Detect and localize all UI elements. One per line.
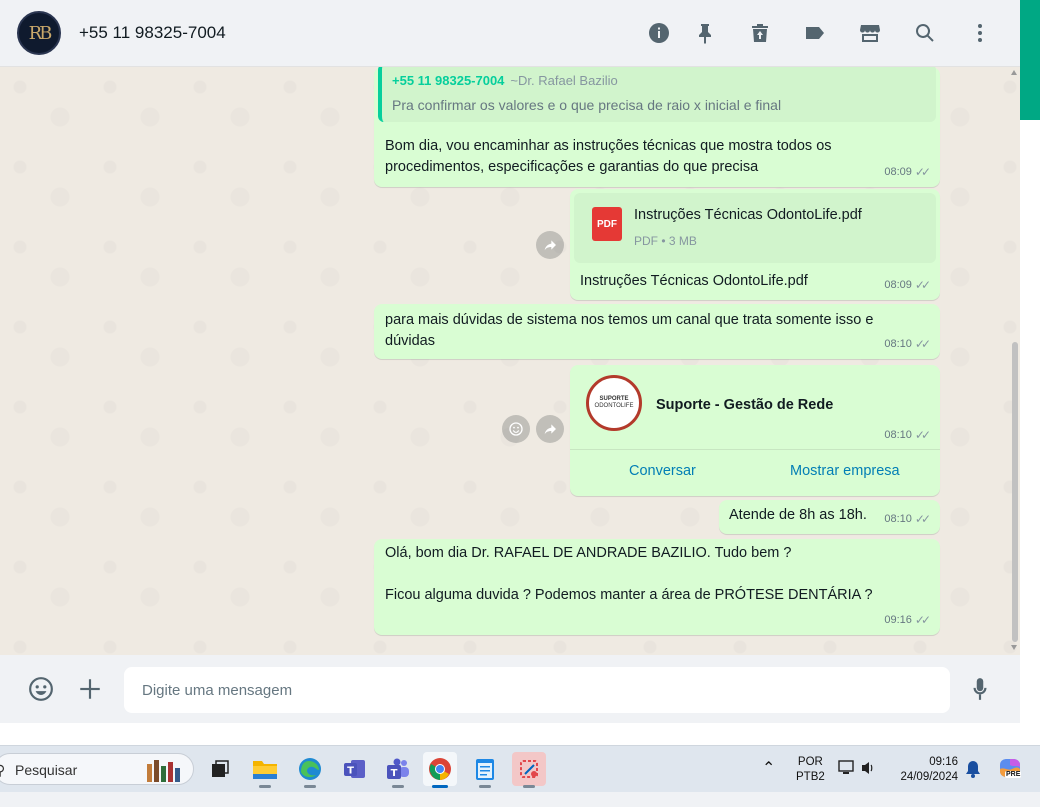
document-caption: Instruções Técnicas OdontoLife.pdf [580,273,808,289]
search-icon[interactable] [912,20,938,46]
message-line: dúvidas [385,333,435,349]
message-time: 08:10 ✓✓ [884,425,931,446]
message-line: Olá, bom dia Dr. RAFAEL DE ANDRADE BAZIL… [385,545,792,561]
window-bottom-strip [0,723,1040,745]
read-ticks-icon: ✓✓ [914,165,931,179]
svg-text:T: T [347,766,354,777]
show-business-button[interactable]: Mostrar empresa [790,461,900,482]
message-text: para mais dúvidas de sistema nos temos u… [385,310,873,352]
archive-delete-icon[interactable] [747,20,773,46]
accent-bar [1020,0,1040,120]
message-text: Bom dia, vou encaminhar as instruções té… [385,136,832,178]
scroll-thumb[interactable] [1012,342,1018,642]
pdf-icon: PDF [592,207,622,241]
windows-taskbar: ⚲ Pesquisar T T ⌃ POR PTB2 09:16 24/09/2… [0,745,1040,792]
message-bubble[interactable]: Olá, bom dia Dr. RAFAEL DE ANDRADE BAZIL… [374,539,940,635]
emoji-icon[interactable] [27,675,55,703]
pin-icon[interactable] [692,20,718,46]
message-time: 08:10 ✓✓ [884,509,931,530]
notepad-icon[interactable] [468,752,502,788]
message-time: 09:16 ✓✓ [884,610,931,631]
card-divider [570,449,940,450]
message-line: Ficou alguma duvida ? Podemos manter a á… [385,587,873,603]
clock[interactable]: 09:16 24/09/2024 [894,755,958,802]
teams-classroom-icon[interactable]: T [338,752,372,786]
message-time: 08:09 ✓✓ [884,162,931,183]
search-highlight-icon [147,758,187,782]
chat-header: RB +55 11 98325-7004 [0,0,1020,67]
read-ticks-icon: ✓✓ [914,278,931,292]
message-composer [0,655,1020,723]
chrome-icon[interactable] [423,752,457,788]
snipping-tool-icon[interactable] [512,752,546,788]
forward-icon[interactable] [536,415,564,443]
document-name: Instruções Técnicas OdontoLife.pdf [634,207,862,223]
attach-plus-icon[interactable] [76,675,104,703]
message-bubble[interactable]: SUPORTE ODONTOLIFE Suporte - Gestão de R… [570,365,940,496]
quote-subtitle: ~Dr. Rafael Bazilio [510,73,618,88]
notification-bell-icon[interactable] [964,759,982,806]
clock-date: 24/09/2024 [900,771,958,783]
quote-author: +55 11 98325-7004 [392,73,505,88]
forward-icon[interactable] [536,231,564,259]
message-time: 08:10 ✓✓ [884,334,931,355]
scroll-up-arrow[interactable] [1011,70,1017,75]
quote-text: Pra confirmar os valores e o que precisa… [392,97,782,113]
message-time: 08:09 ✓✓ [884,275,931,296]
svg-text:T: T [391,768,398,779]
message-line: Bom dia, vou encaminhar as instruções té… [385,138,832,154]
chat-scrollbar[interactable] [1010,67,1020,655]
read-ticks-icon: ✓✓ [914,428,931,442]
chat-area[interactable]: +55 11 98325-7004 ~Dr. Rafael Bazilio Pra… [0,67,1020,655]
store-icon[interactable] [857,20,883,46]
contact-name[interactable]: +55 11 98325-7004 [79,23,226,43]
message-bubble[interactable]: para mais dúvidas de sistema nos temos u… [374,304,940,359]
read-ticks-icon: ✓✓ [914,512,931,526]
scroll-down-arrow[interactable] [1011,645,1017,650]
message-line: para mais dúvidas de sistema nos temos u… [385,312,874,328]
language-code: POR [797,756,823,768]
document-meta: PDF • 3 MB [634,234,697,248]
document-card[interactable]: PDF Instruções Técnicas OdontoLife.pdf P… [574,193,936,263]
message-line: procedimentos, especificações e garantia… [385,159,759,175]
teams-icon[interactable]: T [381,752,415,788]
menu-icon[interactable] [967,20,993,46]
copilot-icon[interactable]: PRE [996,755,1024,783]
message-text: Olá, bom dia Dr. RAFAEL DE ANDRADE BAZIL… [385,543,873,606]
edge-icon[interactable] [293,752,327,788]
logo-text: SUPORTE [599,396,629,402]
message-bubble[interactable]: Atende de 8h as 18h. 08:10 ✓✓ [719,500,940,534]
emoji-reaction-icon[interactable] [502,415,530,443]
quoted-message[interactable]: +55 11 98325-7004 ~Dr. Rafael Bazilio Pra… [378,67,936,122]
message-input[interactable] [124,667,950,713]
taskbar-search[interactable]: ⚲ Pesquisar [0,753,194,785]
keyboard-layout: PTB2 [796,771,825,783]
right-edge-strip [1020,0,1040,745]
message-text: Atende de 8h as 18h. [729,507,867,523]
search-icon: ⚲ [0,762,6,778]
contact-avatar[interactable]: RB [17,11,61,55]
microphone-icon[interactable] [966,675,994,703]
business-logo: SUPORTE ODONTOLIFE [586,375,642,431]
clock-time: 09:16 [929,756,958,768]
network-icon[interactable] [838,760,856,807]
taskbar-search-text: Pesquisar [15,762,78,778]
copilot-badge: PRE [1005,771,1022,778]
read-ticks-icon: ✓✓ [914,613,931,627]
info-icon[interactable] [646,20,672,46]
language-indicator[interactable]: POR PTB2 [796,755,825,802]
task-view-icon[interactable] [203,752,237,786]
read-ticks-icon: ✓✓ [914,337,931,351]
file-explorer-icon[interactable] [248,752,282,788]
chat-button[interactable]: Conversar [629,461,696,482]
logo-text: ODONTOLIFE [594,403,634,409]
volume-icon[interactable] [860,760,878,807]
tray-overflow-chevron-icon[interactable]: ⌃ [762,758,775,805]
business-name: Suporte - Gestão de Rede [656,397,834,413]
message-bubble[interactable]: +55 11 98325-7004 ~Dr. Rafael Bazilio Pra… [374,67,940,187]
label-icon[interactable] [802,20,828,46]
message-bubble[interactable]: PDF Instruções Técnicas OdontoLife.pdf P… [570,189,940,300]
